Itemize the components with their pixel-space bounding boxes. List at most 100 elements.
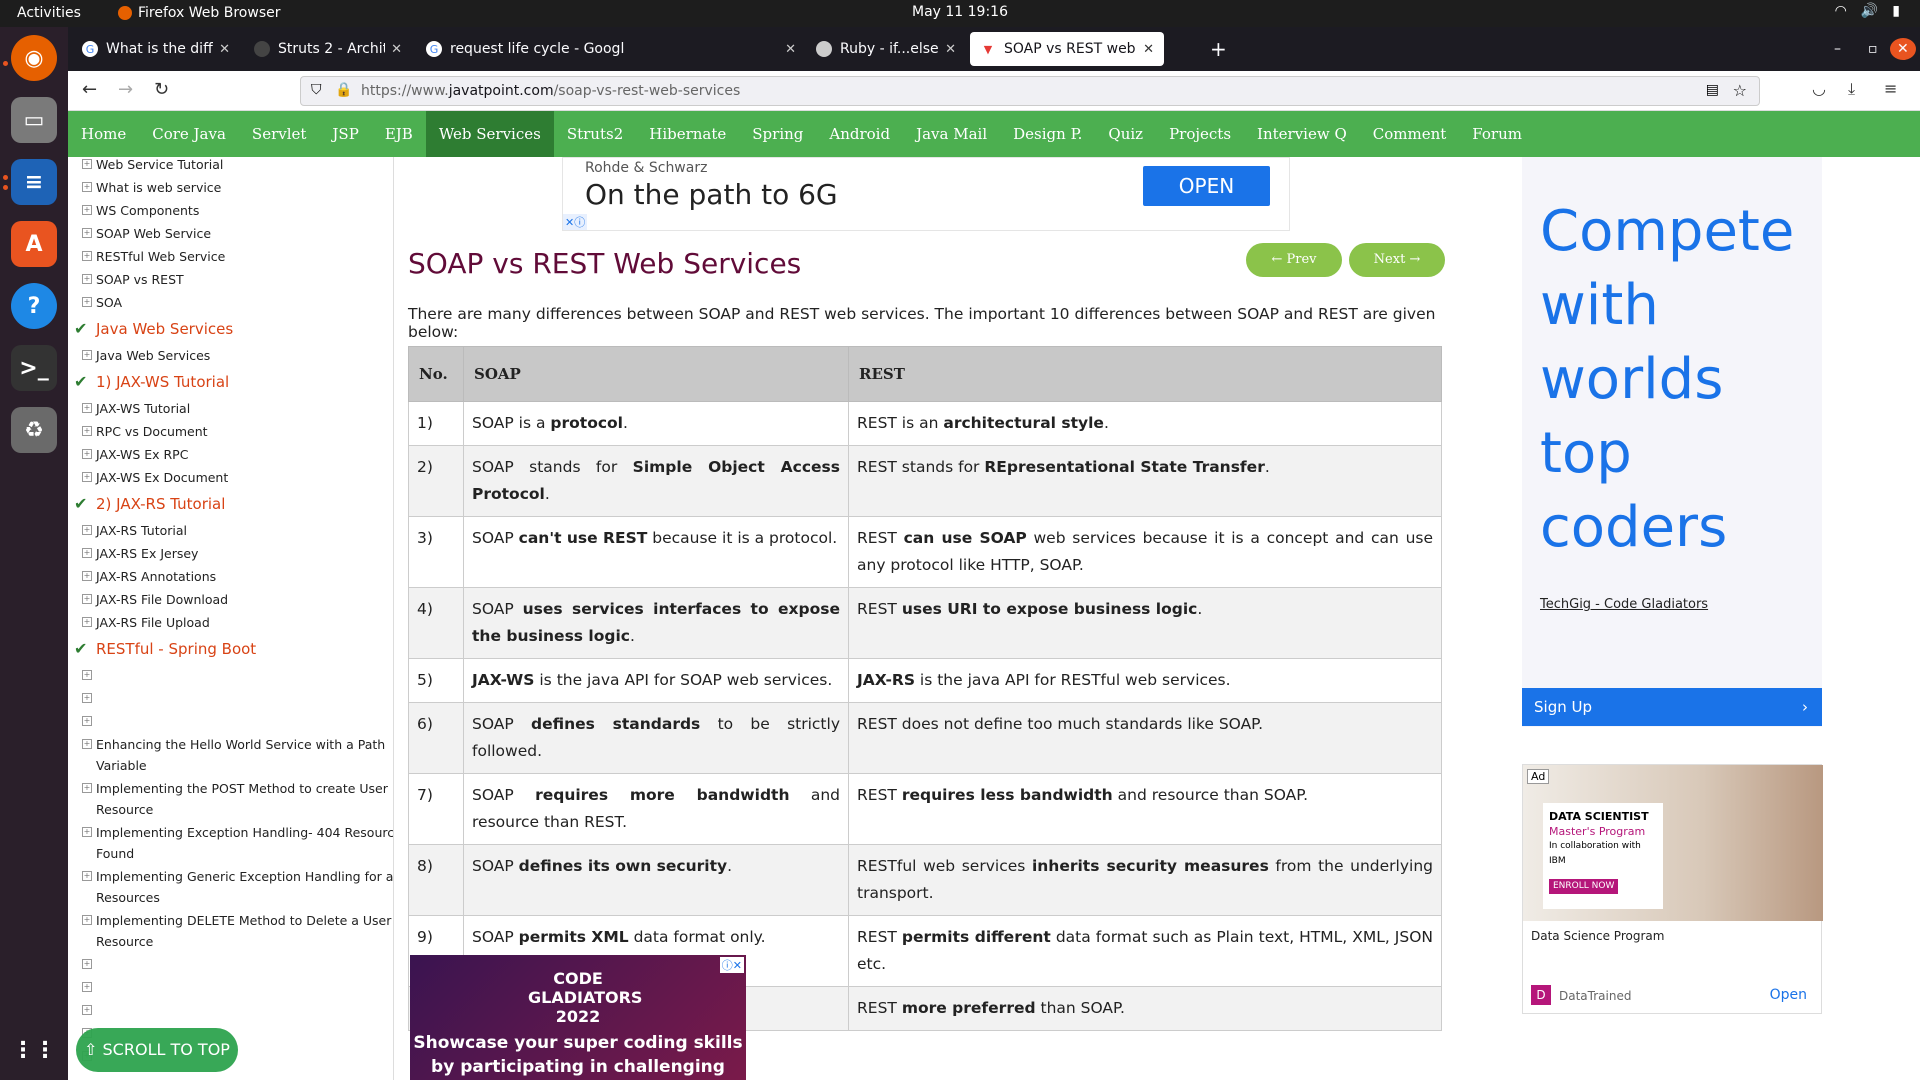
close-tab-icon[interactable]: ✕ <box>391 42 402 57</box>
sidebar-item[interactable]: + JAX-RS File Upload <box>68 612 393 633</box>
enroll-button[interactable]: ENROLL NOW <box>1549 879 1619 894</box>
tab-1[interactable]: Struts 2 - Architecture✕ <box>244 32 412 66</box>
close-window-button[interactable]: ✕ <box>1890 38 1916 60</box>
menu-icon[interactable]: ≡ <box>1884 79 1897 98</box>
tab-3[interactable]: Ruby - if...else, case, unle✕ <box>806 32 966 66</box>
adchoices-icon[interactable]: ⓘ✕ <box>719 957 744 973</box>
nav-item-ejb[interactable]: EJB <box>372 111 426 157</box>
lock-icon[interactable]: 🔒 <box>335 82 352 98</box>
sidebar-item[interactable]: + SOAP Web Service <box>68 223 393 244</box>
system-tray[interactable]: ◠ 🔊 ▮ <box>1835 3 1900 19</box>
sidebar-heading[interactable]: ✔ 2) JAX-RS Tutorial <box>68 493 225 515</box>
firefox-dock-icon[interactable]: ◉ <box>11 35 57 81</box>
shield-icon[interactable]: ⛉ <box>311 82 322 98</box>
url-text[interactable]: https://www.javatpoint.com/soap-vs-rest-… <box>361 83 740 99</box>
nav-item-struts2[interactable]: Struts2 <box>554 111 636 157</box>
nav-item-design-p[interactable]: Design P. <box>1000 111 1095 157</box>
close-tab-icon[interactable]: ✕ <box>785 42 796 57</box>
prev-button[interactable]: ← Prev <box>1246 243 1342 277</box>
writer-dock-icon[interactable]: ≡ <box>11 159 57 205</box>
nav-item-servlet[interactable]: Servlet <box>239 111 320 157</box>
close-tab-icon[interactable]: ✕ <box>219 42 230 57</box>
page-icon <box>254 41 270 57</box>
bookmark-star-icon[interactable]: ☆ <box>1733 81 1747 100</box>
nav-item-spring[interactable]: Spring <box>739 111 816 157</box>
sidebar-item[interactable]: + Implementing Exception Handling- 404 Re… <box>68 822 393 864</box>
nav-item-jsp[interactable]: JSP <box>319 111 371 157</box>
sign-up-button[interactable]: Sign Up › <box>1522 688 1822 726</box>
nav-item-hibernate[interactable]: Hibernate <box>636 111 739 157</box>
techgig-ad[interactable]: Compete with worlds top coders TechGig -… <box>1522 157 1822 727</box>
sidebar-item[interactable]: + JAX-WS Ex Document <box>68 467 393 488</box>
nav-item-projects[interactable]: Projects <box>1156 111 1244 157</box>
tab-2[interactable]: Grequest life cycle - Googl ✕ <box>416 32 806 66</box>
close-tab-icon[interactable]: ✕ <box>1143 42 1154 57</box>
nav-item-interview-q[interactable]: Interview Q <box>1244 111 1360 157</box>
sidebar-heading[interactable]: ✔ RESTful - Spring Boot <box>68 638 256 660</box>
nav-item-web-services[interactable]: Web Services <box>425 111 554 157</box>
trash-dock-icon[interactable]: ♻ <box>11 407 57 453</box>
tab-0[interactable]: GWhat is the difference be✕ <box>72 32 240 66</box>
sidebar-item[interactable]: + Implementing Generic Exception Handling… <box>68 866 393 908</box>
wifi-icon[interactable]: ◠ <box>1835 3 1847 19</box>
sidebar-item[interactable]: + Implementing DELETE Method to Delete a … <box>68 910 393 952</box>
sidebar-item[interactable]: + JAX-WS Tutorial <box>68 398 393 419</box>
sidebar-item[interactable]: + RESTful Web Service <box>68 246 393 267</box>
sidebar-item[interactable]: + SOA <box>68 292 393 313</box>
banner-ad[interactable]: Rohde & Schwarz On the path to 6G OPEN ✕… <box>562 157 1290 231</box>
help-dock-icon[interactable]: ? <box>11 283 57 329</box>
terminal-dock-icon[interactable]: >_ <box>11 345 57 391</box>
hackathon-ad[interactable]: ⓘ✕ CODE GLADIATORS 2022 Showcase your su… <box>410 955 746 1080</box>
sidebar-item[interactable]: + Java Web Services <box>68 345 393 366</box>
expand-icon: + <box>82 716 92 726</box>
sidebar-item[interactable]: + Enhancing the Hello World Service with … <box>68 734 393 776</box>
ad-open-button[interactable]: OPEN <box>1143 166 1270 206</box>
sidebar-item[interactable]: + JAX-WS Ex RPC <box>68 444 393 465</box>
sidebar-item[interactable]: + RPC vs Document <box>68 421 393 442</box>
sidebar-heading[interactable]: ✔ 1) JAX-WS Tutorial <box>68 371 229 393</box>
data-science-ad[interactable]: Ad DATA SCIENTIST Master's Program In co… <box>1522 764 1823 1014</box>
back-icon[interactable]: ← <box>82 79 97 100</box>
nav-item-core-java[interactable]: Core Java <box>139 111 239 157</box>
reload-icon[interactable]: ↻ <box>154 79 169 100</box>
pocket-icon[interactable]: ◡ <box>1812 79 1826 98</box>
adchoices-icon[interactable]: ✕ⓘ <box>563 214 588 230</box>
downloads-icon[interactable]: ⤓ <box>1848 79 1855 99</box>
minimize-button[interactable]: – <box>1824 32 1854 66</box>
maximize-button[interactable]: ▫ <box>1858 32 1888 66</box>
battery-icon[interactable]: ▮ <box>1892 3 1900 19</box>
forward-icon[interactable]: → <box>118 79 133 100</box>
sidebar-item[interactable]: + What is web service <box>68 177 393 198</box>
tab-4[interactable]: ▼SOAP vs REST web servic✕ <box>970 32 1164 66</box>
sidebar-item[interactable]: + JAX-RS Tutorial <box>68 520 393 541</box>
volume-icon[interactable]: 🔊 <box>1861 3 1878 19</box>
active-app-menu[interactable]: Firefox Web Browser <box>118 5 281 21</box>
nav-item-forum[interactable]: Forum <box>1459 111 1535 157</box>
new-tab-button[interactable]: + <box>1200 32 1236 66</box>
scroll-to-top-button[interactable]: ⇧ SCROLL TO TOP <box>76 1028 238 1072</box>
sidebar-item[interactable]: + JAX-RS Ex Jersey <box>68 543 393 564</box>
ad-open-link[interactable]: Open <box>1770 987 1807 1003</box>
sidebar-heading[interactable]: ✔ Java Web Services <box>68 318 233 340</box>
sidebar-item[interactable]: + SOAP vs REST <box>68 269 393 290</box>
nav-item-android[interactable]: Android <box>816 111 903 157</box>
clock[interactable]: May 11 19:16 <box>0 4 1920 20</box>
next-button[interactable]: Next → <box>1349 243 1445 277</box>
sidebar-item[interactable]: + WS Components <box>68 200 393 221</box>
nav-item-java-mail[interactable]: Java Mail <box>903 111 1000 157</box>
nav-item-comment[interactable]: Comment <box>1360 111 1460 157</box>
software-dock-icon[interactable]: A <box>11 221 57 267</box>
sidebar-item[interactable]: + Implementing the POST Method to create … <box>68 778 393 820</box>
reader-view-icon[interactable]: ▤ <box>1706 82 1719 98</box>
nav-item-quiz[interactable]: Quiz <box>1095 111 1156 157</box>
url-bar[interactable]: ⛉ 🔒 https://www.javatpoint.com/soap-vs-r… <box>300 76 1760 106</box>
sidebar-item[interactable]: + JAX-RS File Download <box>68 589 393 610</box>
close-tab-icon[interactable]: ✕ <box>945 42 956 57</box>
ad-link[interactable]: TechGig - Code Gladiators <box>1540 597 1708 612</box>
files-dock-icon[interactable]: ▭ <box>11 97 57 143</box>
activities-button[interactable]: Activities <box>17 5 81 21</box>
sidebar-item[interactable]: + Web Service Tutorial <box>68 157 393 175</box>
show-apps-icon[interactable]: ⋮⋮ <box>11 1027 57 1073</box>
nav-item-home[interactable]: Home <box>68 111 139 157</box>
sidebar-item[interactable]: + JAX-RS Annotations <box>68 566 393 587</box>
